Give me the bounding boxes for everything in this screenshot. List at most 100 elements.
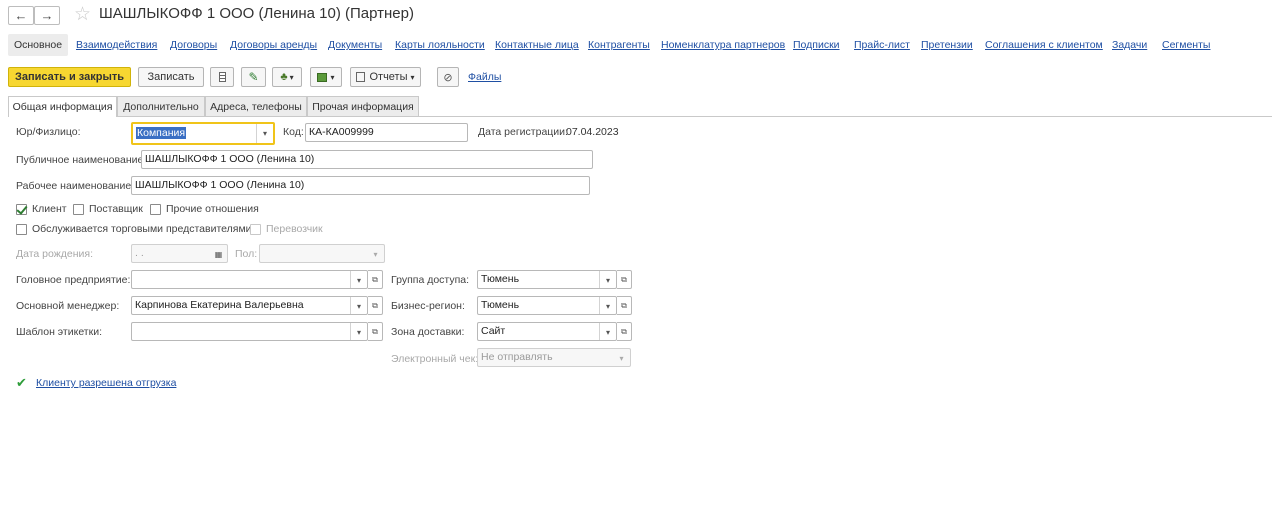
reports-label: Отчеты — [369, 71, 408, 83]
carrier-label: Перевозчик — [266, 223, 323, 235]
nav-link[interactable]: Задачи — [1112, 39, 1147, 51]
legal-type-select[interactable]: Компания ▾ — [131, 122, 275, 145]
birth-date-field: . . ▦ — [131, 244, 228, 263]
access-group-label: Группа доступа: — [391, 274, 470, 286]
nav-link[interactable]: Взаимодействия — [76, 39, 157, 51]
birth-date-value: . . — [135, 247, 144, 259]
open-main-manager-button[interactable]: ⧉ — [368, 296, 383, 315]
birth-date-label: Дата рождения: — [16, 248, 93, 260]
main-manager-label: Основной менеджер: — [16, 300, 120, 312]
nav-link[interactable]: Документы — [328, 39, 382, 51]
document-list-icon — [218, 72, 226, 82]
report-icon — [356, 72, 366, 82]
head-company-label: Головное предприятие: — [16, 274, 131, 286]
forward-button[interactable]: → — [34, 6, 60, 25]
business-region-label: Бизнес-регион: — [391, 300, 465, 312]
tab-general-info[interactable]: Общая информация — [8, 96, 117, 117]
other-relations-label: Прочие отношения — [166, 203, 259, 215]
pencil-icon: ✎ — [248, 70, 259, 84]
dropdown-arrow-icon: ▾ — [619, 354, 624, 363]
reports-button[interactable]: Отчеты ▾ — [350, 67, 421, 87]
e-receipt-select: Не отправлять ▾ — [477, 348, 631, 367]
edit-button[interactable]: ✎ — [241, 67, 266, 87]
back-button[interactable]: ← — [8, 6, 34, 25]
code-field[interactable]: КА-КА009999 — [305, 123, 468, 142]
nav-link[interactable]: Договоры аренды — [230, 39, 317, 51]
users-icon: ♣ — [280, 71, 288, 83]
nav-link[interactable]: Контактные лица — [495, 39, 579, 51]
business-region-field[interactable]: Тюмень ▾ — [477, 296, 617, 315]
tab-additional[interactable]: Дополнительно — [117, 96, 205, 116]
dropdown-arrow-icon[interactable]: ▾ — [256, 124, 273, 143]
access-group-value: Тюмень — [481, 273, 520, 285]
list-button[interactable] — [210, 67, 234, 87]
chevron-down-icon: ▾ — [410, 72, 415, 82]
nav-link[interactable]: Соглашения с клиентом — [985, 39, 1103, 51]
page-title: ШАШЛЫКОФФ 1 ООО (Ленина 10) (Партнер) — [99, 5, 414, 22]
open-delivery-zone-button[interactable]: ⧉ — [617, 322, 632, 341]
favorite-star-icon[interactable]: ☆ — [74, 3, 91, 26]
users-menu-button[interactable]: ♣ ▾ — [272, 67, 302, 87]
access-group-field[interactable]: Тюмень ▾ — [477, 270, 617, 289]
client-checkbox[interactable] — [16, 204, 27, 215]
open-access-group-button[interactable]: ⧉ — [617, 270, 632, 289]
client-label: Клиент — [32, 203, 67, 215]
chevron-down-icon: ▾ — [330, 72, 335, 82]
nav-link[interactable]: Договоры — [170, 39, 217, 51]
dropdown-arrow-icon: ▾ — [373, 250, 378, 259]
create-based-on-button[interactable]: ▾ — [310, 67, 342, 87]
dropdown-arrow-icon[interactable]: ▾ — [599, 297, 616, 314]
paperclip-icon: ⊘ — [443, 71, 453, 84]
open-window-icon: ⧉ — [621, 274, 627, 284]
dropdown-arrow-icon[interactable]: ▾ — [350, 271, 367, 288]
copy-documents-icon — [317, 72, 328, 82]
nav-link[interactable]: Подписки — [793, 39, 840, 51]
nav-link[interactable]: Карты лояльности — [395, 39, 485, 51]
nav-link[interactable]: Сегменты — [1162, 39, 1210, 51]
save-button[interactable]: Записать — [138, 67, 204, 87]
public-name-label: Публичное наименование: — [16, 154, 147, 166]
sex-label: Пол: — [235, 248, 258, 260]
open-window-icon: ⧉ — [372, 326, 378, 336]
tab-other-info[interactable]: Прочая информация — [307, 96, 419, 116]
nav-link[interactable]: Прайс-лист — [854, 39, 910, 51]
open-window-icon: ⧉ — [372, 274, 378, 284]
main-manager-field[interactable]: Карпинова Екатерина Валерьевна ▾ — [131, 296, 368, 315]
supplier-checkbox[interactable] — [73, 204, 84, 215]
open-label-template-button[interactable]: ⧉ — [368, 322, 383, 341]
e-receipt-value: Не отправлять — [481, 351, 553, 363]
open-window-icon: ⧉ — [372, 300, 378, 310]
dropdown-arrow-icon[interactable]: ▾ — [599, 323, 616, 340]
files-link[interactable]: Файлы — [468, 71, 501, 83]
head-company-field[interactable]: ▾ — [131, 270, 368, 289]
dropdown-arrow-icon[interactable]: ▾ — [599, 271, 616, 288]
dropdown-arrow-icon[interactable]: ▾ — [350, 323, 367, 340]
carrier-checkbox — [250, 224, 261, 235]
open-business-region-button[interactable]: ⧉ — [617, 296, 632, 315]
tabs-divider — [8, 116, 1272, 117]
save-and-close-button[interactable]: Записать и закрыть — [8, 67, 131, 87]
reg-date-label: Дата регистрации: — [478, 126, 568, 138]
public-name-field[interactable]: ШАШЛЫКОФФ 1 ООО (Ленина 10) — [141, 150, 593, 169]
served-by-reps-checkbox[interactable] — [16, 224, 27, 235]
open-window-icon: ⧉ — [621, 326, 627, 336]
nav-link[interactable]: Контрагенты — [588, 39, 650, 51]
tab-addresses-phones[interactable]: Адреса, телефоны — [205, 96, 307, 116]
legal-type-value: Компания — [136, 127, 187, 139]
business-region-value: Тюмень — [481, 299, 520, 311]
nav-link[interactable]: Претензии — [921, 39, 973, 51]
attach-button[interactable]: ⊘ — [437, 67, 459, 87]
label-template-label: Шаблон этикетки: — [16, 326, 102, 338]
shipment-allowed-link[interactable]: Клиенту разрешена отгрузка — [36, 377, 176, 389]
e-receipt-label: Электронный чек: — [391, 353, 479, 365]
nav-link[interactable]: Номенклатура партнеров — [661, 39, 785, 51]
delivery-zone-field[interactable]: Сайт ▾ — [477, 322, 617, 341]
label-template-field[interactable]: ▾ — [131, 322, 368, 341]
other-relations-checkbox[interactable] — [150, 204, 161, 215]
work-name-field[interactable]: ШАШЛЫКОФФ 1 ООО (Ленина 10) — [131, 176, 590, 195]
open-head-company-button[interactable]: ⧉ — [368, 270, 383, 289]
dropdown-arrow-icon[interactable]: ▾ — [350, 297, 367, 314]
check-icon: ✔ — [16, 375, 27, 390]
tab-main[interactable]: Основное — [8, 34, 68, 56]
legal-type-label: Юр/Физлицо: — [16, 126, 81, 138]
